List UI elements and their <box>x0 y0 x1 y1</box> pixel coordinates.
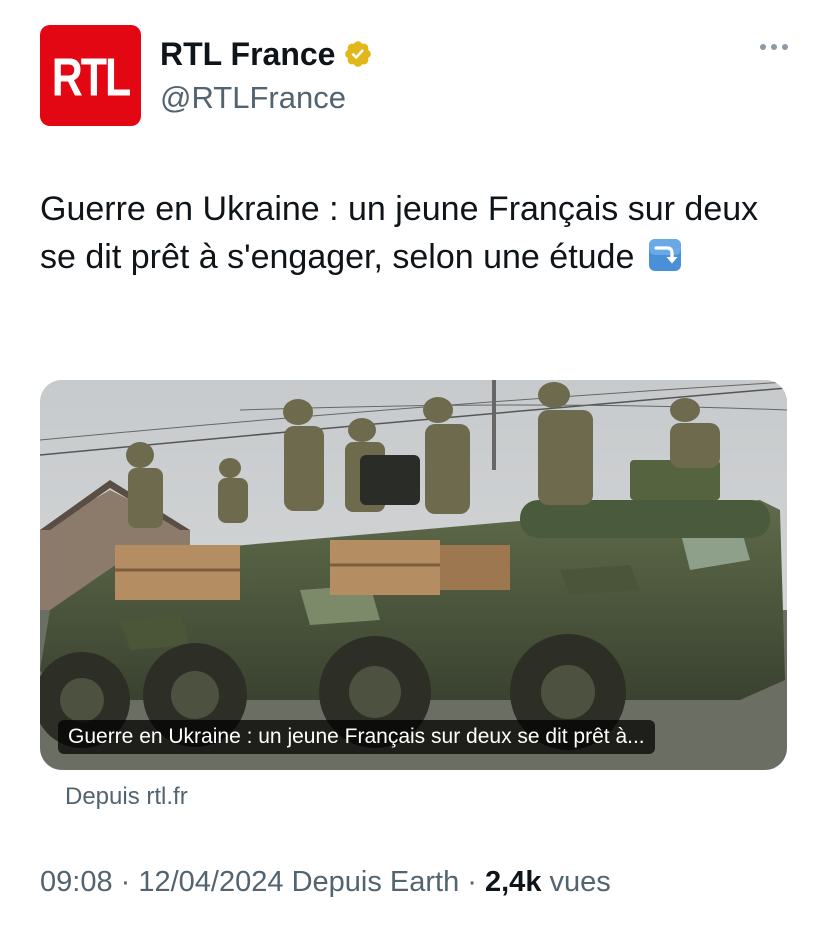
card-source[interactable]: Depuis rtl.fr <box>65 783 188 811</box>
verified-badge-icon <box>345 41 372 67</box>
more-dot <box>760 44 766 50</box>
views-count[interactable]: 2,4k <box>485 866 541 898</box>
tweet-time[interactable]: 09:08 <box>40 866 113 898</box>
tweet-text: Guerre en Ukraine : un jeune Français su… <box>40 185 780 281</box>
card-headline[interactable]: Guerre en Ukraine : un jeune Français su… <box>58 720 655 754</box>
display-name-row: RTL France <box>160 34 373 74</box>
more-dot <box>782 44 788 50</box>
account-info: RTL France @RTLFrance <box>160 34 373 116</box>
meta-separator: · <box>112 866 139 898</box>
article-photo <box>40 380 787 770</box>
avatar[interactable]: RTL <box>40 25 141 126</box>
views-label: vues <box>541 866 611 898</box>
tweet-metadata: 09:08 · 12/04/2024 Depuis Earth · 2,4k v… <box>40 866 611 899</box>
tweet-view: RTL RTL France @RTLFrance Guerre en Ukra… <box>0 0 828 926</box>
arrow-curving-down-icon <box>648 239 681 271</box>
more-options-icon[interactable] <box>760 44 788 50</box>
tweet-date[interactable]: 12/04/2024 <box>138 866 283 898</box>
link-preview-card[interactable]: Guerre en Ukraine : un jeune Français su… <box>40 380 787 770</box>
account-handle[interactable]: @RTLFrance <box>160 80 373 116</box>
display-name[interactable]: RTL France <box>160 36 335 73</box>
tweet-client: Depuis Earth <box>283 866 460 898</box>
avatar-logo-text: RTL <box>51 47 132 108</box>
more-dot <box>771 44 777 50</box>
meta-separator: · <box>459 866 485 898</box>
